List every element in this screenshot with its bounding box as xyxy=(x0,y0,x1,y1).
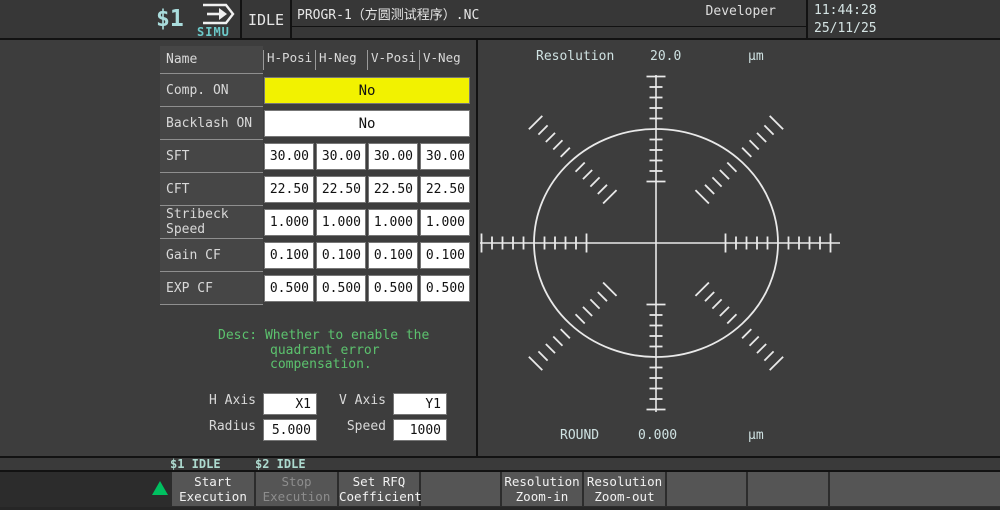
table-row: SFT 30.00 30.00 30.00 30.00 xyxy=(160,140,471,173)
v-axis-field[interactable]: Y1 xyxy=(393,393,447,415)
v-axis-label: V Axis xyxy=(290,393,386,408)
sft-cell[interactable]: 30.00 xyxy=(264,143,314,170)
gain-cf-cell[interactable]: 0.100 xyxy=(368,242,418,269)
table-row: Stribeck Speed 1.000 1.000 1.000 1.000 xyxy=(160,206,471,239)
channel-status-bar: $1 IDLE $2 IDLE xyxy=(0,456,1000,472)
softkey-empty[interactable] xyxy=(421,472,500,506)
start-execution-button[interactable]: StartExecution xyxy=(172,472,254,506)
h-axis-label: H Axis xyxy=(160,393,256,408)
round-label: ROUND xyxy=(560,428,599,443)
softkey-empty[interactable] xyxy=(830,472,1000,506)
roundness-plot xyxy=(478,42,1000,456)
user-level: Developer xyxy=(706,4,776,19)
mode-label: SIMU xyxy=(197,25,230,39)
machine-state: IDLE xyxy=(242,0,290,40)
table-row: Backlash ON No xyxy=(160,107,471,140)
gain-cf-cell[interactable]: 0.100 xyxy=(264,242,314,269)
table-row: Gain CF 0.100 0.100 0.100 0.100 xyxy=(160,239,471,272)
speed-label: Speed xyxy=(290,419,386,434)
stribeck-speed-cell[interactable]: 1.000 xyxy=(420,209,470,236)
softkey-level-indicator-icon xyxy=(152,481,168,495)
compensation-table: Name H-Posi H-Neg V-Posi V-Neg Comp. ON … xyxy=(160,46,471,305)
softkey-bar: StartExecution StopExecution Set RFQCoef… xyxy=(0,472,1000,507)
stribeck-speed-cell[interactable]: 1.000 xyxy=(264,209,314,236)
channel-number: $1 xyxy=(156,6,184,32)
exp-cf-cell[interactable]: 0.500 xyxy=(420,275,470,302)
row-label: SFT xyxy=(160,140,263,173)
date-display: 25/11/25 xyxy=(814,21,877,36)
round-unit: µm xyxy=(748,428,764,443)
desc-label: Desc: xyxy=(218,328,257,343)
sft-cell[interactable]: 30.00 xyxy=(420,143,470,170)
header-h-neg: H-Neg xyxy=(315,50,367,70)
row-label: CFT xyxy=(160,173,263,206)
resolution-zoom-in-button[interactable]: ResolutionZoom-in xyxy=(502,472,582,506)
sft-cell[interactable]: 30.00 xyxy=(368,143,418,170)
divider xyxy=(292,26,806,27)
table-header: Name H-Posi H-Neg V-Posi V-Neg xyxy=(160,46,471,74)
header-name: Name xyxy=(160,46,263,74)
table-row: CFT 22.50 22.50 22.50 22.50 xyxy=(160,173,471,206)
exp-cf-cell[interactable]: 0.500 xyxy=(368,275,418,302)
radius-label: Radius xyxy=(160,419,256,434)
channel2-status: $2 IDLE xyxy=(255,458,306,470)
set-rfq-coefficient-button[interactable]: Set RFQCoefficient xyxy=(339,472,419,506)
softkey-empty[interactable] xyxy=(748,472,828,506)
cnc-screen: $1 SIMU IDLE PROGR-1（方圆测试程序）.NC Develope… xyxy=(0,0,1000,510)
clock-box: 11:44:28 25/11/25 xyxy=(808,0,1000,40)
row-label: Gain CF xyxy=(160,239,263,272)
time-display: 11:44:28 xyxy=(814,3,877,18)
gain-cf-cell[interactable]: 0.100 xyxy=(420,242,470,269)
stribeck-speed-cell[interactable]: 1.000 xyxy=(316,209,366,236)
backlash-on-field[interactable]: No xyxy=(264,110,470,137)
cft-cell[interactable]: 22.50 xyxy=(368,176,418,203)
program-box: PROGR-1（方圆测试程序）.NC Developer xyxy=(292,0,806,40)
resolution-zoom-out-button[interactable]: ResolutionZoom-out xyxy=(584,472,665,506)
exp-cf-cell[interactable]: 0.500 xyxy=(264,275,314,302)
header-h-posi: H-Posi xyxy=(263,50,315,70)
channel1-status: $1 IDLE xyxy=(170,458,221,470)
softkey-empty[interactable] xyxy=(667,472,746,506)
cft-cell[interactable]: 22.50 xyxy=(264,176,314,203)
header-v-neg: V-Neg xyxy=(419,50,471,70)
program-name: PROGR-1（方圆测试程序）.NC xyxy=(297,4,479,23)
row-label: Backlash ON xyxy=(160,107,263,140)
speed-field[interactable]: 1000 xyxy=(393,419,447,441)
gain-cf-cell[interactable]: 0.100 xyxy=(316,242,366,269)
cft-cell[interactable]: 22.50 xyxy=(316,176,366,203)
round-value: 0.000 xyxy=(638,428,677,443)
radius-speed-row: Radius 5.000 Speed 1000 xyxy=(0,419,476,441)
table-row: Comp. ON No xyxy=(160,74,471,107)
row-label: Stribeck Speed xyxy=(160,206,263,239)
header-v-posi: V-Posi xyxy=(367,50,419,70)
axis-row: H Axis X1 V Axis Y1 xyxy=(0,393,476,415)
table-row: EXP CF 0.500 0.500 0.500 0.500 xyxy=(160,272,471,305)
stop-execution-button[interactable]: StopExecution xyxy=(256,472,337,506)
sft-cell[interactable]: 30.00 xyxy=(316,143,366,170)
top-bar: $1 SIMU IDLE PROGR-1（方圆测试程序）.NC Develope… xyxy=(0,0,1000,40)
description-text: Desc: Whether to enable the quadrant err… xyxy=(218,329,429,373)
row-label: EXP CF xyxy=(160,272,263,305)
stribeck-speed-cell[interactable]: 1.000 xyxy=(368,209,418,236)
comp-on-field[interactable]: No xyxy=(264,77,470,104)
cft-cell[interactable]: 22.50 xyxy=(420,176,470,203)
exp-cf-cell[interactable]: 0.500 xyxy=(316,275,366,302)
row-label: Comp. ON xyxy=(160,74,263,107)
